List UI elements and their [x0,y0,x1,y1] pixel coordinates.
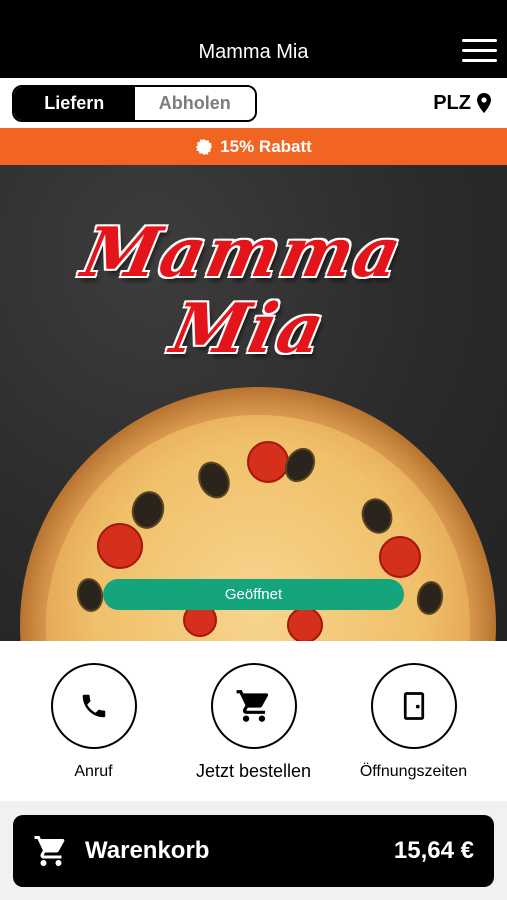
hero-banner: Mamma Mia [0,165,507,641]
order-label: Jetzt bestellen [195,761,312,781]
app-title: Mamma Mia [198,41,309,63]
opening-hours-label: Öffnungszeiten [359,763,468,780]
promo-text: 15% Rabatt [220,136,312,156]
deliver-tab[interactable]: Liefern [14,87,135,120]
phone-icon [82,694,105,718]
badge-icon [195,138,213,155]
promo-banner[interactable]: 15% Rabatt [0,128,507,165]
order-circle [210,663,297,749]
logo-line-2: Mia [164,289,333,369]
shopping-cart-icon [34,836,65,866]
cart-label: Warenkorb [85,837,210,864]
order-mode-bar: Liefern Abholen [0,78,507,128]
postcode-label: PLZ [433,91,471,114]
hours-circle [370,663,457,749]
postcode-button[interactable]: PLZ [433,90,491,116]
call-label: Anruf [74,763,113,780]
logo-line-1: Mamma [75,213,410,293]
pickup-tab[interactable]: Abholen [134,87,255,120]
shopping-cart-icon [236,690,268,722]
order-mode-toggle: Liefern Abholen [12,85,257,122]
cart-total: 15,64 € [393,837,474,864]
order-now-button[interactable]: Jetzt bestellen [169,641,338,801]
opening-hours-button[interactable]: Öffnungszeiten [329,641,498,801]
door-icon [403,692,424,720]
quick-actions: Anruf Jetzt bestellen Öffnungszeiten [0,641,507,801]
open-status-badge: Geöffnet [103,579,404,610]
cart-button[interactable]: Warenkorb 15,64 € [13,815,494,887]
call-circle [50,663,137,749]
app-header: Mamma Mia [0,0,507,78]
hamburger-menu-icon[interactable] [462,39,497,65]
call-button[interactable]: Anruf [9,641,178,801]
location-pin-icon [477,93,491,113]
